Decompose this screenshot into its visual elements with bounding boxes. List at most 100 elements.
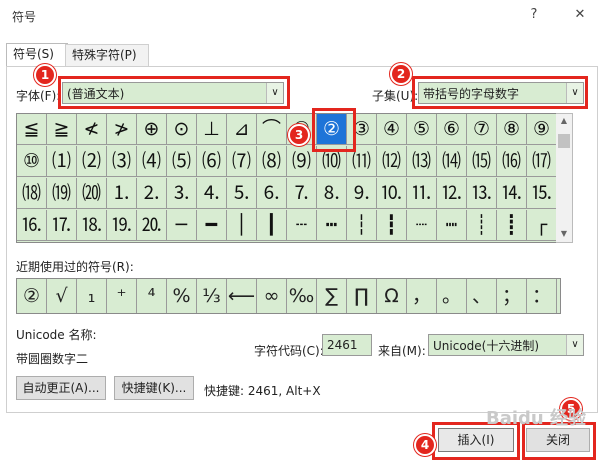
from-select[interactable]: Unicode(十六进制) ∨ <box>428 334 584 356</box>
scroll-thumb[interactable] <box>558 134 570 148</box>
symbol-cell[interactable]: ⒅ <box>17 178 47 209</box>
recent-symbol-cell[interactable]: ₁ <box>77 279 107 313</box>
symbol-cell[interactable]: ┃ <box>257 210 287 241</box>
symbol-cell[interactable]: ⒁ <box>437 146 467 177</box>
symbol-cell[interactable]: ⌒ <box>257 114 287 145</box>
symbol-cell[interactable]: ⊿ <box>227 114 257 145</box>
symbol-cell[interactable]: ┋ <box>497 210 527 241</box>
symbol-cell[interactable]: ┇ <box>377 210 407 241</box>
close-icon[interactable]: ✕ <box>568 4 592 26</box>
symbol-cell[interactable]: ⑴ <box>47 146 77 177</box>
help-button[interactable]: ? <box>522 4 546 26</box>
symbol-cell[interactable]: ⒍ <box>257 178 287 209</box>
symbol-cell[interactable]: ⒙ <box>77 210 107 241</box>
symbol-cell[interactable]: ≧ <box>47 114 77 145</box>
recent-symbol-cell[interactable]: % <box>167 279 197 313</box>
symbol-cell[interactable]: ┈ <box>407 210 437 241</box>
symbol-cell[interactable]: ⒒ <box>407 178 437 209</box>
recent-symbol-cell[interactable]: ∑ <box>317 279 347 313</box>
symbol-cell[interactable]: ⒐ <box>347 178 377 209</box>
tab-symbols[interactable]: 符号(S) <box>6 43 68 67</box>
symbol-cell[interactable]: ⒖ <box>527 178 556 209</box>
watermark: Baidu 经验 <box>486 408 587 429</box>
symbol-cell[interactable]: ⒚ <box>107 210 137 241</box>
recent-symbol-cell[interactable]: ∞ <box>257 279 287 313</box>
recent-symbol-cell[interactable]: 。 <box>437 279 467 313</box>
symbol-cell[interactable]: ⑷ <box>137 146 167 177</box>
recent-symbol-cell[interactable]: ∏ <box>347 279 377 313</box>
symbol-cell[interactable]: ⑤ <box>407 114 437 145</box>
symbol-cell[interactable]: ┊ <box>467 210 497 241</box>
symbol-cell[interactable]: ⒆ <box>47 178 77 209</box>
symbol-cell[interactable]: ┄ <box>287 210 317 241</box>
symbol-cell[interactable]: ┆ <box>347 210 377 241</box>
recent-symbol-cell[interactable]: ； <box>497 279 527 313</box>
shortcut-key-button[interactable]: 快捷键(K)... <box>114 376 194 400</box>
symbol-cell[interactable]: ⑺ <box>227 146 257 177</box>
symbol-cell[interactable]: ⒔ <box>467 178 497 209</box>
symbol-cell[interactable]: ≯ <box>107 114 137 145</box>
symbol-cell[interactable]: ⒏ <box>317 178 347 209</box>
symbol-cell[interactable]: ⒎ <box>287 178 317 209</box>
tab-special-chars-label: 特殊字符(P) <box>72 48 137 62</box>
recent-symbol-cell[interactable]: Ω <box>377 279 407 313</box>
symbol-cell[interactable]: ⒑ <box>377 178 407 209</box>
symbol-cell[interactable]: ━ <box>197 210 227 241</box>
recent-symbol-cell[interactable]: ⁺ <box>107 279 137 313</box>
symbol-cell[interactable]: ⑸ <box>167 146 197 177</box>
symbol-cell[interactable]: ⑻ <box>257 146 287 177</box>
symbol-cell[interactable]: ⊕ <box>137 114 167 145</box>
autocorrect-button[interactable]: 自动更正(A)... <box>16 376 106 400</box>
recent-symbol-cell[interactable]: ⟵ <box>227 279 257 313</box>
recent-symbol-cell[interactable]: 、 <box>467 279 497 313</box>
symbol-cell[interactable]: ⒇ <box>77 178 107 209</box>
recent-symbol-cell[interactable]: ： <box>527 279 557 313</box>
symbol-cell[interactable]: ⑩ <box>17 146 47 177</box>
symbol-cell[interactable]: ┅ <box>317 210 347 241</box>
symbol-cell[interactable]: ⑥ <box>437 114 467 145</box>
recent-symbol-cell[interactable]: ② <box>17 279 47 313</box>
scroll-up-icon[interactable]: ▲ <box>556 114 572 128</box>
symbol-cell[interactable]: ⑦ <box>467 114 497 145</box>
recent-symbol-cell[interactable]: ⅓ <box>197 279 227 313</box>
symbol-cell[interactable]: ┌ <box>527 210 556 241</box>
symbol-cell[interactable]: ⊙ <box>167 114 197 145</box>
shortcut-key-label: 快捷键(K)... <box>121 381 187 395</box>
symbol-cell[interactable]: ┉ <box>437 210 467 241</box>
recent-symbol-cell[interactable]: √ <box>47 279 77 313</box>
symbol-cell[interactable]: ⑿ <box>377 146 407 177</box>
symbol-cell[interactable]: ⒕ <box>497 178 527 209</box>
symbol-cell[interactable]: ⒓ <box>437 178 467 209</box>
symbol-cell[interactable]: ④ <box>377 114 407 145</box>
symbol-cell[interactable]: ⑨ <box>527 114 556 145</box>
tab-special-chars[interactable]: 特殊字符(P) <box>65 44 149 66</box>
recent-symbol-cell[interactable]: ‰ <box>287 279 317 313</box>
symbol-cell[interactable]: ⒉ <box>137 178 167 209</box>
symbol-cell[interactable]: ─ <box>167 210 197 241</box>
symbol-cell[interactable]: ⒊ <box>167 178 197 209</box>
symbol-cell[interactable]: ⒌ <box>227 178 257 209</box>
symbol-cell[interactable]: ⑧ <box>497 114 527 145</box>
symbol-cell[interactable]: ≦ <box>17 114 47 145</box>
symbol-cell[interactable]: ⑵ <box>77 146 107 177</box>
symbol-cell[interactable]: ⒃ <box>497 146 527 177</box>
symbol-cell[interactable]: ⒛ <box>137 210 167 241</box>
symbol-cell[interactable]: ⒄ <box>527 146 556 177</box>
symbol-cell[interactable]: ⒂ <box>467 146 497 177</box>
char-code-input[interactable]: 2461 <box>322 334 372 356</box>
symbol-cell[interactable]: ≮ <box>77 114 107 145</box>
symbol-cell[interactable]: ⒗ <box>17 210 47 241</box>
symbol-cell[interactable]: │ <box>227 210 257 241</box>
symbol-cell[interactable]: ⒘ <box>47 210 77 241</box>
symbol-cell[interactable]: ⑶ <box>107 146 137 177</box>
symbol-cell[interactable]: ⊥ <box>197 114 227 145</box>
recent-symbol-cell[interactable]: ， <box>407 279 437 313</box>
symbol-cell[interactable]: ⑹ <box>197 146 227 177</box>
symbol-cell[interactable]: ⒋ <box>197 178 227 209</box>
recent-symbol-cell[interactable]: ⁴ <box>137 279 167 313</box>
symbol-cell[interactable]: ⒀ <box>407 146 437 177</box>
scroll-down-icon[interactable]: ▼ <box>556 227 572 241</box>
symbol-grid-scrollbar[interactable]: ▲ ▼ <box>556 113 573 243</box>
symbol-cell[interactable]: ⒈ <box>107 178 137 209</box>
chevron-down-icon[interactable]: ∨ <box>566 335 583 355</box>
